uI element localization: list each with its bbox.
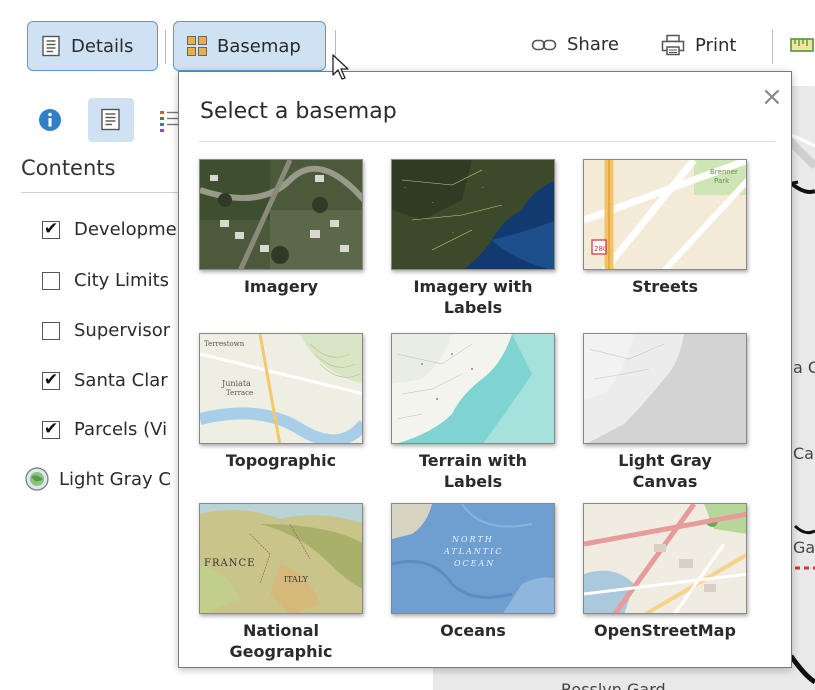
svg-text:Park: Park [714,177,730,185]
svg-text:NORTH: NORTH [451,535,494,544]
share-label: Share [567,34,619,55]
layer-item[interactable]: ✔ Developme [42,219,177,240]
layer-checkbox[interactable] [42,321,60,340]
details-icon [42,35,60,57]
basemap-tile-natgeo[interactable]: FRANCE ITALY National Geographic [197,503,365,662]
mouse-cursor-icon [332,54,349,80]
layer-item[interactable]: ✔ Parcels (Vi [42,419,167,440]
popup-title: Select a basemap [200,99,397,124]
tile-label: Imagery with Labels [413,277,533,317]
terrain-thumbnail-icon[interactable] [391,333,555,444]
layer-label: Developme [74,219,177,240]
map-label: Ga [793,538,815,557]
layer-label: Parcels (Vi [74,419,168,440]
close-icon[interactable]: × [761,84,783,110]
document-icon [101,108,120,131]
svg-text:·: · [404,185,406,192]
layer-label: City Limits [74,270,170,291]
tile-label: Terrain with Labels [419,451,527,491]
basemap-button[interactable]: Basemap [173,21,326,71]
basemap-layer-label: Light Gray C [59,468,171,490]
svg-text:·: · [452,230,454,237]
basemap-tile-imagery[interactable]: Imagery [197,159,365,297]
layer-checkbox[interactable]: ✔ [42,420,60,439]
info-icon[interactable] [38,108,62,132]
imagery-thumbnail-icon[interactable] [199,159,363,270]
globe-icon [25,467,49,491]
layer-checkbox[interactable] [42,271,60,290]
svg-text:Terrace: Terrace [226,389,253,397]
svg-text:OCEAN: OCEAN [454,559,495,568]
tile-label: Imagery [243,277,319,296]
link-icon [531,39,557,50]
print-button[interactable]: Print [661,34,736,56]
basemap-tile-imagery-labels[interactable]: · · · · Imagery with Labels [389,159,557,318]
layer-checkbox[interactable]: ✔ [42,220,60,239]
contents-title: Contents [21,156,116,180]
svg-text:ITALY: ITALY [284,575,309,584]
svg-text:Terrestown: Terrestown [204,340,245,348]
toolbar-divider [165,30,166,64]
basemap-layer-item[interactable]: Light Gray C [25,467,171,491]
basemap-tile-terrain[interactable]: Terrain with Labels [389,333,557,492]
tab-content-selected[interactable] [88,98,134,142]
svg-text:Brenner: Brenner [710,168,738,176]
svg-text:280: 280 [594,245,607,253]
measure-icon[interactable] [789,33,815,57]
basemap-tile-osm[interactable]: OpenStreetMap [581,503,749,641]
oceans-thumbnail-icon[interactable]: NORTH ATLANTIC OCEAN [391,503,555,614]
print-label: Print [695,34,737,56]
svg-text:Juniata: Juniata [221,379,251,388]
tile-label: Topographic [225,451,337,470]
basemap-gallery-popup: Select a basemap × Imagery · · · · Image… [178,71,792,668]
layer-checkbox[interactable]: ✔ [42,371,60,390]
printer-icon [661,34,685,56]
svg-text:·: · [432,200,434,207]
layer-item[interactable]: Supervisor [42,320,170,341]
details-button[interactable]: Details [27,21,158,71]
topographic-thumbnail-icon[interactable]: Terrestown Juniata Terrace [199,333,363,444]
osm-thumbnail-icon[interactable] [583,503,747,614]
basemap-label: Basemap [217,35,301,57]
imagery-labels-thumbnail-icon[interactable]: · · · · [391,159,555,270]
basemap-tile-topographic[interactable]: Terrestown Juniata Terrace Topographic [197,333,365,471]
basemap-tile-light-gray[interactable]: Light Gray Canvas [581,333,749,492]
details-label: Details [71,35,134,57]
popup-divider [199,141,775,142]
layer-item[interactable]: City Limits [42,270,169,291]
tile-label: Oceans [440,621,506,640]
share-button[interactable]: Share [531,34,619,55]
basemap-grid-icon [187,36,207,56]
tile-label: OpenStreetMap [594,621,736,640]
basemap-tile-oceans[interactable]: NORTH ATLANTIC OCEAN Oceans [389,503,557,641]
tile-label: Light Gray Canvas [618,451,712,491]
svg-text:·: · [482,185,484,192]
tile-label: National Geographic [229,621,333,661]
legend-icon[interactable] [160,109,178,133]
svg-text:FRANCE: FRANCE [204,558,255,569]
light-gray-thumbnail-icon[interactable] [583,333,747,444]
basemap-tile-streets[interactable]: 280 Brenner Park Streets [581,159,749,297]
natgeo-thumbnail-icon[interactable]: FRANCE ITALY [199,503,363,614]
map-label: a C [793,358,815,377]
streets-thumbnail-icon[interactable]: 280 Brenner Park [583,159,747,270]
svg-text:ATLANTIC: ATLANTIC [443,547,503,556]
tile-label: Streets [632,277,698,296]
layer-item[interactable]: ✔ Santa Clar [42,370,168,391]
map-label: Rosslyn Gard [561,680,666,690]
layer-label: Santa Clar [74,370,168,391]
layer-label: Supervisor [74,320,171,341]
map-label: Car [793,444,815,463]
toolbar-divider [772,30,773,64]
